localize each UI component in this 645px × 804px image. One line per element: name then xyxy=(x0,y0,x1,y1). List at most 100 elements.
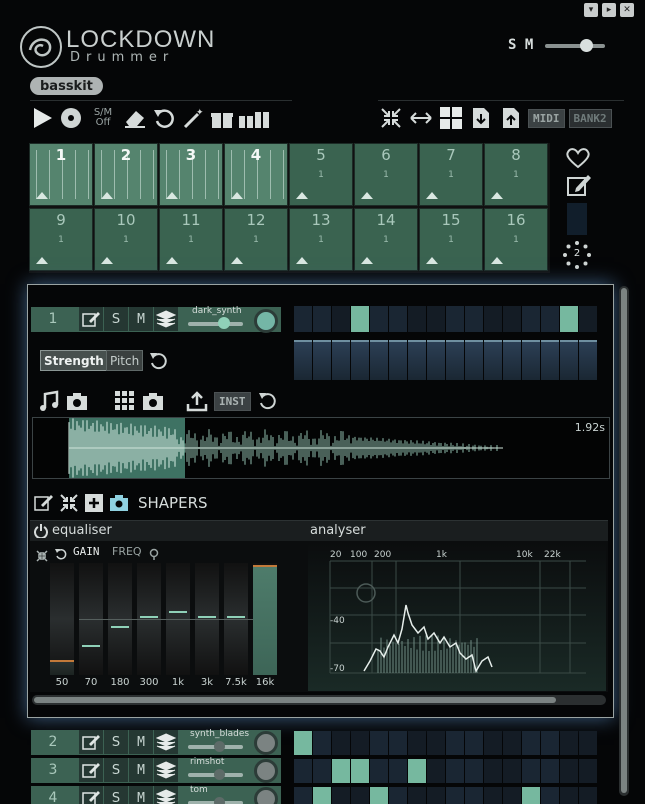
velocity-bar[interactable] xyxy=(522,340,540,380)
pattern-pad[interactable]: 13 1 xyxy=(289,208,353,271)
step-cell[interactable] xyxy=(408,306,426,332)
track-pan-knob[interactable] xyxy=(254,787,278,804)
pattern-pad[interactable]: 2 xyxy=(94,143,158,206)
pattern-pad[interactable]: 81 xyxy=(484,143,548,206)
pattern-play-icon[interactable] xyxy=(491,257,503,264)
waveform-display[interactable]: 1.92s xyxy=(32,417,610,479)
velocity-bar[interactable] xyxy=(313,340,331,380)
step-cell[interactable] xyxy=(389,306,407,332)
sm-off-toggle[interactable]: S/M Off xyxy=(87,105,119,131)
restore-icon[interactable]: ▸ xyxy=(602,3,616,17)
step-cell[interactable] xyxy=(389,759,407,783)
step-cell[interactable] xyxy=(313,306,331,332)
step-cell[interactable] xyxy=(522,731,540,755)
pattern-play-icon[interactable] xyxy=(36,257,48,264)
midi-button[interactable]: MIDI xyxy=(528,108,565,128)
camera-icon[interactable] xyxy=(66,391,88,411)
step-cell[interactable] xyxy=(351,759,369,783)
velocity-bar[interactable] xyxy=(579,340,597,380)
track-number[interactable]: 4 xyxy=(31,786,75,804)
track-layers-icon[interactable] xyxy=(154,730,178,754)
shapers-collapse-icon[interactable] xyxy=(59,493,79,513)
strength-tab[interactable]: Strength xyxy=(40,350,108,371)
analyser-display[interactable]: 20 100 200 1k 10k 22k -40 -70 xyxy=(308,543,606,691)
pattern-play-icon[interactable] xyxy=(166,192,178,199)
collapse-icon[interactable] xyxy=(378,105,404,131)
pattern-play-icon[interactable] xyxy=(491,192,503,199)
pattern-play-icon[interactable] xyxy=(361,192,373,199)
step-cell[interactable] xyxy=(427,759,445,783)
pattern-play-icon[interactable] xyxy=(296,192,308,199)
eq-q-icon[interactable] xyxy=(148,545,160,564)
eq-band-slider[interactable] xyxy=(50,563,74,675)
pattern-play-icon[interactable] xyxy=(231,257,243,264)
track-mute-button[interactable]: M xyxy=(129,730,153,754)
import-icon[interactable] xyxy=(468,105,494,131)
step-cell[interactable] xyxy=(465,306,483,332)
track-solo-button[interactable]: S xyxy=(104,786,128,804)
step-cell[interactable] xyxy=(313,731,331,755)
step-cell[interactable] xyxy=(370,306,388,332)
pattern-pad[interactable]: 3 xyxy=(159,143,223,206)
eq-collapse-icon[interactable] xyxy=(36,547,48,566)
velocity-bar[interactable] xyxy=(332,340,350,380)
velocity-bar[interactable] xyxy=(446,340,464,380)
step-cell[interactable] xyxy=(465,731,483,755)
step-cell[interactable] xyxy=(389,731,407,755)
step-cell[interactable] xyxy=(503,759,521,783)
shapers-camera-icon[interactable] xyxy=(109,494,129,512)
track-1-mute-button[interactable]: M xyxy=(129,307,153,331)
track-volume-handle[interactable] xyxy=(214,769,225,780)
pattern-pad[interactable]: 91 xyxy=(29,208,93,271)
bank-button[interactable]: BANK2 xyxy=(568,108,612,128)
pattern-pad[interactable]: 11 1 xyxy=(159,208,223,271)
eq-band-handle[interactable] xyxy=(198,615,216,618)
step-cell[interactable] xyxy=(294,787,312,804)
undo-icon[interactable] xyxy=(151,105,177,131)
step-cell[interactable] xyxy=(408,759,426,783)
track-volume-handle[interactable] xyxy=(214,797,225,804)
pattern-play-icon[interactable] xyxy=(101,192,113,199)
step-cell[interactable] xyxy=(332,787,350,804)
pattern-pad[interactable]: 14 1 xyxy=(354,208,418,271)
export-icon[interactable] xyxy=(498,105,524,131)
eq-band-slider[interactable] xyxy=(253,563,277,675)
pattern-pad[interactable]: 4 xyxy=(224,143,288,206)
velocity-bar[interactable] xyxy=(560,340,578,380)
pitch-tab[interactable]: Pitch xyxy=(106,350,144,371)
track-number[interactable]: 2 xyxy=(31,730,75,755)
velocity-bar[interactable] xyxy=(389,340,407,380)
pattern-play-icon[interactable] xyxy=(426,257,438,264)
step-cell[interactable] xyxy=(484,759,502,783)
step-cell[interactable] xyxy=(332,731,350,755)
eq-band-handle[interactable] xyxy=(169,611,187,614)
close-icon[interactable]: ✕ xyxy=(620,3,634,17)
step-cell[interactable] xyxy=(579,759,597,783)
track-mute-button[interactable]: M xyxy=(129,786,153,804)
gift-icon[interactable] xyxy=(209,105,235,131)
step-cell[interactable] xyxy=(427,731,445,755)
pattern-pad[interactable]: 1 xyxy=(29,143,93,206)
velocity-bar[interactable] xyxy=(484,340,502,380)
sample-reset-icon[interactable] xyxy=(257,390,279,412)
track-1-edit-icon[interactable] xyxy=(79,307,103,331)
track-pan-knob[interactable] xyxy=(254,731,278,755)
step-cell[interactable] xyxy=(351,306,369,332)
edit-pattern-icon[interactable] xyxy=(566,172,592,202)
step-cell[interactable] xyxy=(351,731,369,755)
step-cell[interactable] xyxy=(465,759,483,783)
step-cell[interactable] xyxy=(503,731,521,755)
step-cell[interactable] xyxy=(446,759,464,783)
eq-gain-tab[interactable]: GAIN xyxy=(73,545,100,558)
master-volume-slider[interactable] xyxy=(545,44,605,48)
track-1-layers-icon[interactable] xyxy=(154,307,178,331)
step-cell[interactable] xyxy=(560,759,578,783)
pattern-play-icon[interactable] xyxy=(166,257,178,264)
step-cell[interactable] xyxy=(408,787,426,804)
pattern-pad[interactable]: 16 1 xyxy=(484,208,548,271)
lane-reset-icon[interactable] xyxy=(148,350,170,376)
grid-view-icon[interactable] xyxy=(438,105,464,131)
grid-icon[interactable] xyxy=(114,390,136,412)
step-cell[interactable] xyxy=(351,787,369,804)
snapshot-camera-icon[interactable] xyxy=(142,391,164,411)
